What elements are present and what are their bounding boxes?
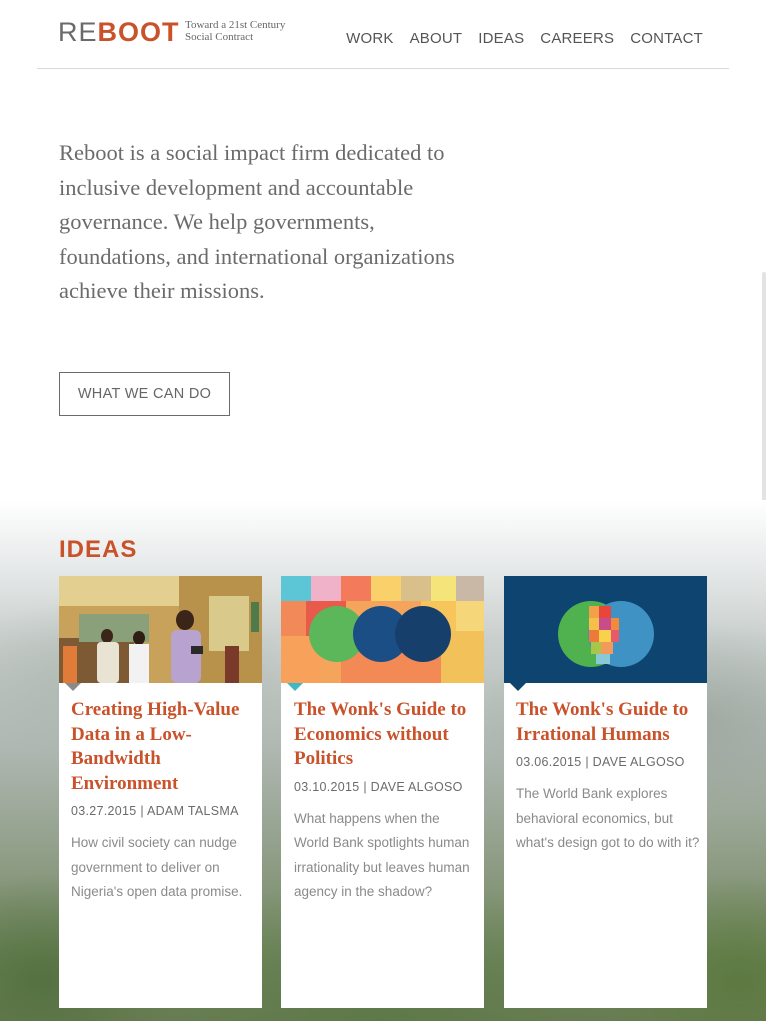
- tagline-line-2: Social Contract: [185, 31, 254, 43]
- nav-about[interactable]: ABOUT: [410, 30, 463, 47]
- site-logo[interactable]: REBOOT: [58, 17, 180, 47]
- logo-boot: BOOT: [97, 17, 180, 47]
- card-pointer: [510, 683, 526, 691]
- card-excerpt: What happens when the World Bank spotlig…: [294, 810, 470, 900]
- card-image-overlapping-circles[interactable]: [504, 576, 707, 683]
- hero-statement: Reboot is a social impact firm dedicated…: [59, 140, 455, 303]
- nav-work[interactable]: WORK: [346, 30, 393, 47]
- card-image-clinic-photo[interactable]: [59, 576, 262, 683]
- card-image-colorful-circles[interactable]: [281, 576, 484, 683]
- clinic-photo: [59, 576, 262, 683]
- card-meta: 03.06.2015 | DAVE ALGOSO: [516, 755, 685, 769]
- tagline-line-1: Toward a 21st Century: [185, 19, 286, 31]
- main-nav: WORK ABOUT IDEAS CAREERS CONTACT: [346, 30, 703, 47]
- nav-careers[interactable]: CAREERS: [540, 30, 614, 47]
- card-excerpt: How civil society can nudge government t…: [71, 835, 243, 899]
- site-header: REBOOT Toward a 21st Century Social Cont…: [0, 0, 766, 70]
- card-excerpt: The World Bank explores behavioral econo…: [516, 786, 700, 850]
- header-divider: [37, 68, 729, 69]
- logo-tagline: Toward a 21st Century Social Contract: [185, 19, 305, 43]
- idea-card[interactable]: The Wonk's Guide to Irrational Humans 03…: [504, 576, 707, 1008]
- card-title[interactable]: Creating High-Value Data in a Low-Bandwi…: [71, 698, 255, 796]
- idea-card[interactable]: The Wonk's Guide to Economics without Po…: [281, 576, 484, 1008]
- card-pointer: [287, 683, 303, 691]
- nav-ideas[interactable]: IDEAS: [478, 30, 524, 47]
- card-meta: 03.27.2015 | ADAM TALSMA: [71, 804, 239, 818]
- what-we-can-do-button[interactable]: WHAT WE CAN DO: [59, 372, 230, 416]
- nav-contact[interactable]: CONTACT: [630, 30, 703, 47]
- overlapping-circles-illustration: [504, 576, 707, 683]
- logo-re: RE: [58, 17, 98, 47]
- idea-card[interactable]: Creating High-Value Data in a Low-Bandwi…: [59, 576, 262, 1008]
- card-title[interactable]: The Wonk's Guide to Irrational Humans: [516, 698, 700, 747]
- colorful-circles-illustration: [281, 576, 484, 683]
- ideas-heading: IDEAS: [59, 536, 138, 563]
- card-pointer: [65, 683, 81, 691]
- card-title[interactable]: The Wonk's Guide to Economics without Po…: [294, 698, 478, 772]
- card-meta: 03.10.2015 | DAVE ALGOSO: [294, 779, 463, 794]
